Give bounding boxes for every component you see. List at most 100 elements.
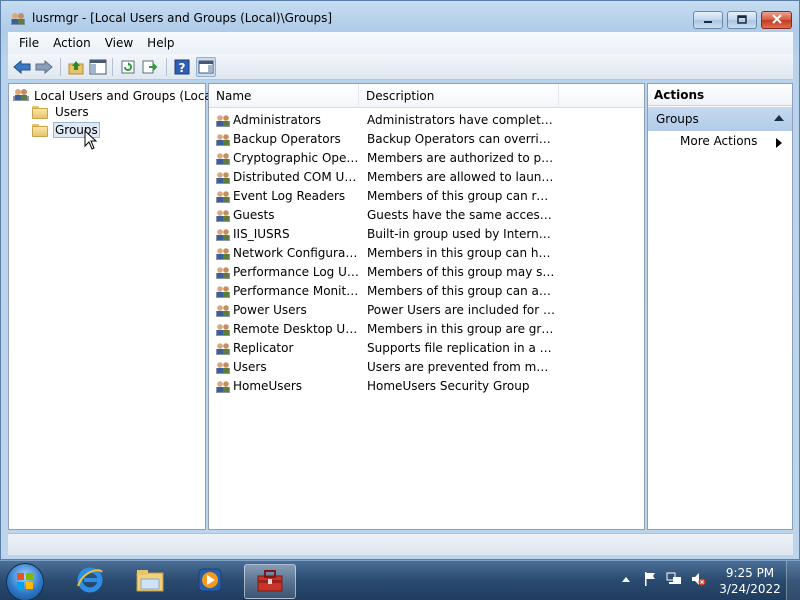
group-description: Members of this group can read e...: [367, 188, 555, 203]
table-row[interactable]: Remote Desktop Users Members in this grou…: [209, 319, 644, 338]
group-description: Supports file replication in a dom...: [367, 340, 555, 355]
taskbar-computer-management[interactable]: [244, 564, 296, 599]
menu-help[interactable]: Help: [140, 36, 181, 50]
close-button[interactable]: [761, 11, 792, 29]
menu-file[interactable]: File: [12, 36, 46, 50]
more-actions-link[interactable]: More Actions: [680, 134, 757, 148]
group-icon: [215, 112, 231, 128]
show-hidden-icons-chevron-icon[interactable]: [618, 571, 634, 587]
status-bar: [8, 533, 793, 555]
table-row[interactable]: Distributed COM Users Members are allowed…: [209, 167, 644, 186]
table-row[interactable]: Replicator Supports file replication in a…: [209, 338, 644, 357]
minimize-button[interactable]: [693, 11, 723, 29]
show-desktop-button[interactable]: [786, 561, 800, 600]
table-row[interactable]: Administrators Administrators have comple…: [209, 110, 644, 129]
tree-root-local-users-and-groups[interactable]: Local Users and Groups (Local): [12, 86, 220, 105]
group-description: HomeUsers Security Group: [367, 378, 530, 393]
minimize-icon: [703, 13, 713, 27]
group-name: Backup Operators: [233, 131, 341, 146]
group-description: Members of this group may sche...: [367, 264, 555, 279]
console-tree-pane: Local Users and Groups (Local) Users Gro…: [8, 83, 220, 530]
group-name: HomeUsers: [233, 378, 303, 393]
table-row[interactable]: Power Users Power Users are included for …: [209, 300, 644, 319]
group-name: Distributed COM Users: [233, 169, 361, 184]
actions-section-groups[interactable]: Groups: [648, 107, 792, 131]
clock-time: 9:25 PM: [725, 566, 775, 580]
group-icon: [215, 302, 231, 318]
group-name: Power Users: [233, 302, 307, 317]
group-name: Remote Desktop Users: [233, 321, 361, 336]
network-icon[interactable]: [666, 571, 682, 587]
group-icon: [215, 131, 231, 147]
table-row[interactable]: HomeUsers HomeUsers Security Group: [209, 376, 644, 395]
group-description: Members in this group can have s...: [367, 245, 555, 260]
list-header: Name Description: [209, 84, 644, 108]
actions-title: Actions: [648, 84, 792, 106]
system-tray: [618, 571, 714, 587]
group-description: Guests have the same access as m...: [367, 207, 555, 222]
column-header-filler: [559, 84, 644, 108]
column-header-name[interactable]: Name: [209, 84, 359, 108]
table-row[interactable]: Performance Log Users Members of this gro…: [209, 262, 644, 281]
column-header-description[interactable]: Description: [359, 84, 559, 108]
table-row[interactable]: IIS_IUSRS Built-in group used by Internet…: [209, 224, 644, 243]
users-groups-app-icon: [10, 10, 26, 26]
group-icon: [215, 245, 231, 261]
taskbar-windows-explorer[interactable]: [124, 564, 176, 599]
submenu-arrow-icon: [776, 138, 782, 148]
tree-item-users[interactable]: Users: [32, 104, 91, 120]
computer-management-toolbox-icon: [255, 567, 285, 596]
group-icon: [215, 321, 231, 337]
show-hide-tree-icon[interactable]: [88, 57, 108, 77]
close-icon: [771, 13, 782, 27]
toolbar-separator: [60, 58, 61, 76]
taskbar-clock[interactable]: 9:25 PM 3/24/2022: [718, 565, 782, 597]
taskbar-media-player[interactable]: [184, 564, 236, 599]
action-center-flag-icon[interactable]: [642, 571, 658, 587]
table-row[interactable]: Performance Monitor ... Members of this g…: [209, 281, 644, 300]
actions-pane: Actions Groups More Actions: [647, 83, 793, 530]
group-icon: [215, 169, 231, 185]
maximize-button[interactable]: [727, 11, 757, 29]
folder-icon: [32, 123, 48, 137]
clock-date: 3/24/2022: [719, 582, 781, 596]
show-hide-action-pane-icon[interactable]: [196, 57, 216, 77]
forward-arrow-icon[interactable]: [34, 57, 54, 77]
table-row[interactable]: Cryptographic Operat... Members are autho…: [209, 148, 644, 167]
toolbar-separator: [112, 58, 113, 76]
group-icon: [215, 150, 231, 166]
refresh-icon[interactable]: [118, 57, 138, 77]
group-description: Members in this group are grante...: [367, 321, 555, 336]
group-name: Replicator: [233, 340, 294, 355]
back-arrow-icon[interactable]: [12, 57, 32, 77]
menu-action[interactable]: Action: [46, 36, 98, 50]
mouse-cursor-icon: [84, 129, 98, 153]
group-description: Power Users are included for back...: [367, 302, 555, 317]
table-row[interactable]: Guests Guests have the same access as m..…: [209, 205, 644, 224]
group-name: Guests: [233, 207, 275, 222]
table-row[interactable]: Backup Operators Backup Operators can ove…: [209, 129, 644, 148]
internet-explorer-icon: [76, 566, 104, 597]
group-description: Users are prevented from making ...: [367, 359, 555, 374]
folder-icon: [32, 105, 48, 119]
help-icon[interactable]: ?: [172, 57, 192, 77]
group-name: Users: [233, 359, 267, 374]
start-button[interactable]: [6, 563, 44, 600]
group-name: Performance Monitor ...: [233, 283, 361, 298]
speaker-muted-icon[interactable]: [690, 571, 706, 587]
table-row[interactable]: Event Log Readers Members of this group c…: [209, 186, 644, 205]
table-row[interactable]: Network Configuratio... Members in this g…: [209, 243, 644, 262]
collapse-up-icon[interactable]: [774, 115, 784, 121]
window-title: lusrmgr - [Local Users and Groups (Local…: [32, 11, 333, 25]
group-description: Administrators have complete an...: [367, 112, 555, 127]
title-bar[interactable]: lusrmgr - [Local Users and Groups (Local…: [1, 1, 799, 33]
group-icon: [215, 188, 231, 204]
taskbar-internet-explorer[interactable]: [64, 564, 116, 599]
export-list-icon[interactable]: [140, 57, 160, 77]
menu-view[interactable]: View: [98, 36, 140, 50]
menu-bar: File Action View Help: [8, 32, 793, 54]
up-folder-icon[interactable]: [66, 57, 86, 77]
table-row[interactable]: Users Users are prevented from making ...: [209, 357, 644, 376]
group-name: Cryptographic Operat...: [233, 150, 361, 165]
tree-item-label: Users: [55, 105, 89, 119]
